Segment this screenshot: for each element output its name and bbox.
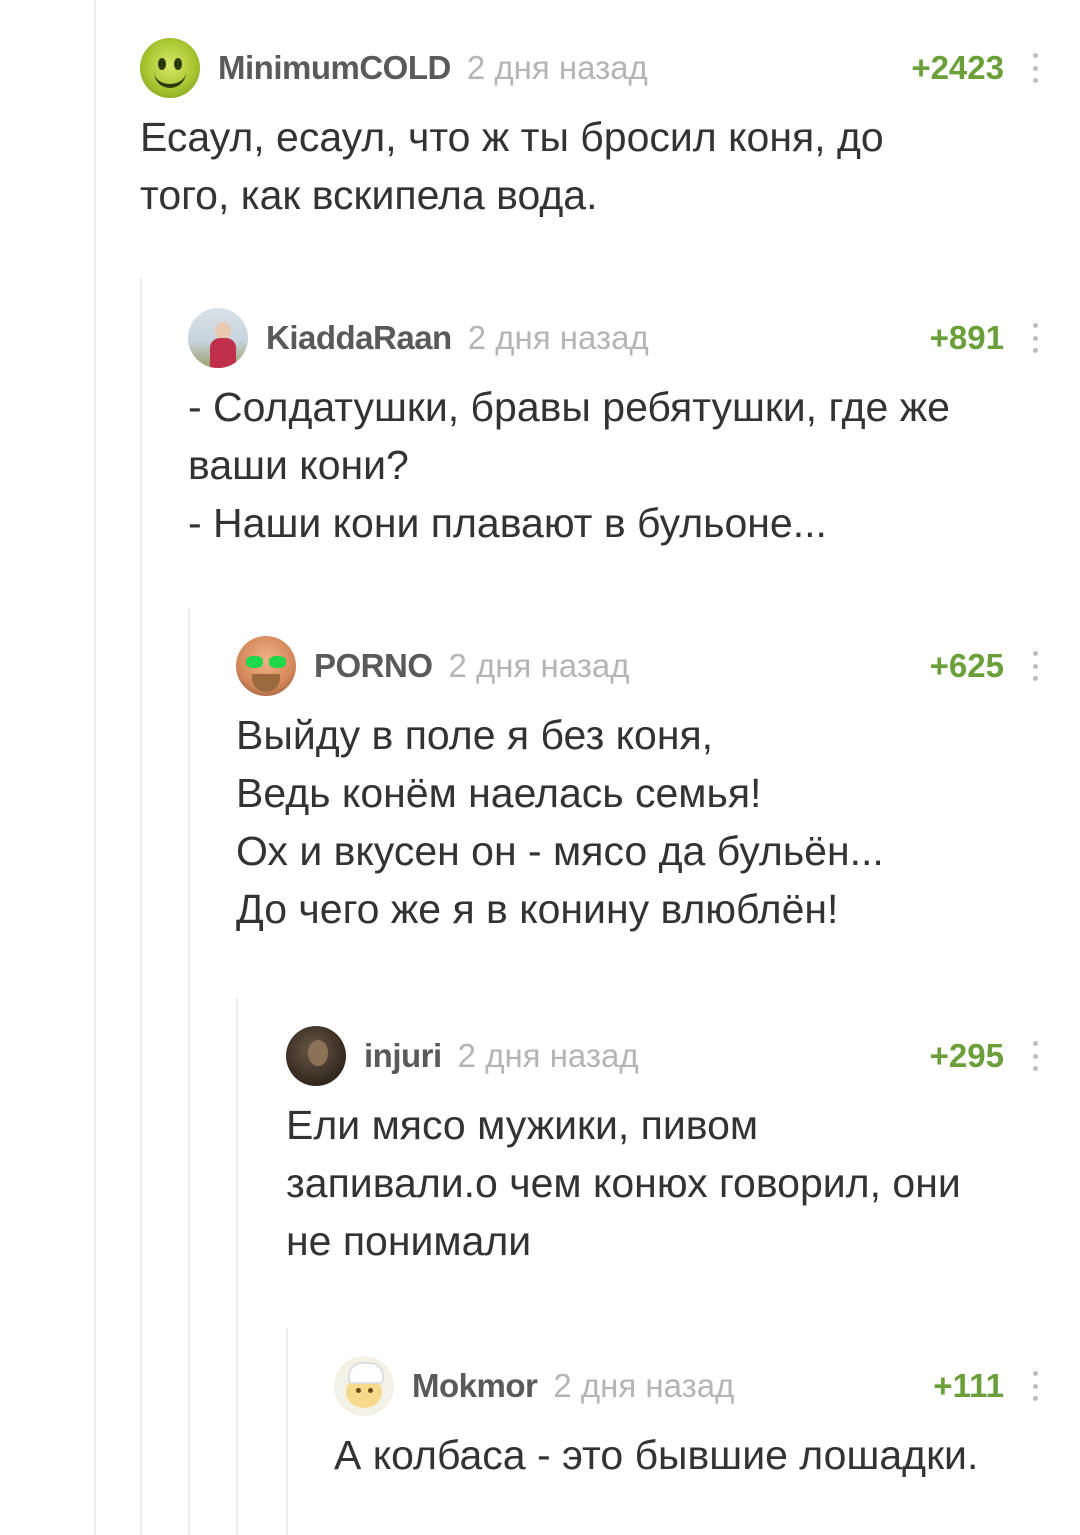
timestamp: 2 дня назад	[553, 1367, 735, 1404]
comment-header: MinimumCOLD 2 дня назад +2423	[140, 38, 1040, 98]
thread-line-level-4	[286, 1328, 288, 1535]
user-photo-avatar-icon[interactable]	[286, 1026, 346, 1086]
comment-text: Есаул, есаул, что ж ты бросил коня, до т…	[140, 108, 1040, 224]
comment-header: KiaddaRaan 2 дня назад +891	[188, 308, 1040, 368]
comment-text-line: запивали.о чем конюх говорил, они	[286, 1160, 961, 1206]
comment-text-line: ваши кони?	[188, 442, 409, 488]
username[interactable]: injuri	[364, 1037, 442, 1075]
comment-text: - Солдатушки, бравы ребятушки, где же ва…	[188, 378, 1040, 552]
comment: PORNO 2 дня назад +625 Выйду в поле я бе…	[236, 636, 1040, 938]
comment-text-line: Ели мясо мужики, пивом	[286, 1102, 759, 1148]
vertical-dots-icon[interactable]	[1030, 1041, 1040, 1071]
comment-text-line: не понимали	[286, 1218, 532, 1264]
comment-text-line: - Солдатушки, бравы ребятушки, где же	[188, 384, 950, 430]
comment-text-line: А колбаса - это бывшие лошадки.	[334, 1432, 979, 1478]
thread-line-level-1	[140, 278, 142, 1535]
comment-text-line: Ведь конём наелась семья!	[236, 770, 762, 816]
username[interactable]: MinimumCOLD	[218, 49, 451, 87]
rating: +891	[929, 319, 1004, 356]
comment-header: injuri 2 дня назад +295	[286, 1026, 1040, 1086]
comment-text-line: Выйду в поле я без коня,	[236, 712, 714, 758]
comment-text-line: Ох и вкусен он - мясо да бульён...	[236, 828, 884, 874]
rating: +625	[929, 647, 1004, 684]
comment-text: Выйду в поле я без коня, Ведь конём наел…	[236, 706, 1040, 938]
glasses-avatar-icon[interactable]	[236, 636, 296, 696]
user-photo-avatar-icon[interactable]	[188, 308, 248, 368]
comment-text: А колбаса - это бывшие лошадки.	[334, 1426, 1040, 1484]
comment: MinimumCOLD 2 дня назад +2423 Есаул, еса…	[140, 38, 1040, 224]
vertical-dots-icon[interactable]	[1030, 323, 1040, 353]
timestamp: 2 дня назад	[448, 647, 630, 684]
chef-avatar-icon[interactable]	[334, 1356, 394, 1416]
username[interactable]: PORNO	[314, 647, 433, 685]
comment-header: PORNO 2 дня назад +625	[236, 636, 1040, 696]
username[interactable]: KiaddaRaan	[266, 319, 452, 357]
vertical-dots-icon[interactable]	[1030, 651, 1040, 681]
comment: injuri 2 дня назад +295 Ели мясо мужики,…	[286, 1026, 1040, 1270]
comment-text-line: Есаул, есаул, что ж ты бросил коня, до	[140, 114, 884, 160]
rating: +295	[929, 1037, 1004, 1074]
comment-text: Ели мясо мужики, пивом запивали.о чем ко…	[286, 1096, 1040, 1270]
comment: KiaddaRaan 2 дня назад +891 - Солдатушки…	[188, 308, 1040, 552]
thread-line-level-0	[94, 0, 96, 1535]
comment-text-line: того, как вскипела вода.	[140, 172, 598, 218]
timestamp: 2 дня назад	[466, 49, 648, 86]
comment-text-line: До чего же я в конину влюблён!	[236, 886, 839, 932]
comment-text-line: - Наши кони плавают в бульоне...	[188, 500, 827, 546]
rating: +111	[933, 1367, 1004, 1404]
smiley-avatar-icon[interactable]	[140, 38, 200, 98]
thread-line-level-3	[236, 998, 238, 1535]
timestamp: 2 дня назад	[457, 1037, 639, 1074]
username[interactable]: Mokmor	[412, 1367, 538, 1405]
thread-line-level-2	[188, 608, 190, 1535]
comment: Mokmor 2 дня назад +111 А колбаса - это …	[334, 1356, 1040, 1484]
vertical-dots-icon[interactable]	[1030, 1371, 1040, 1401]
vertical-dots-icon[interactable]	[1030, 53, 1040, 83]
rating: +2423	[911, 49, 1004, 86]
comment-header: Mokmor 2 дня назад +111	[334, 1356, 1040, 1416]
timestamp: 2 дня назад	[467, 319, 649, 356]
